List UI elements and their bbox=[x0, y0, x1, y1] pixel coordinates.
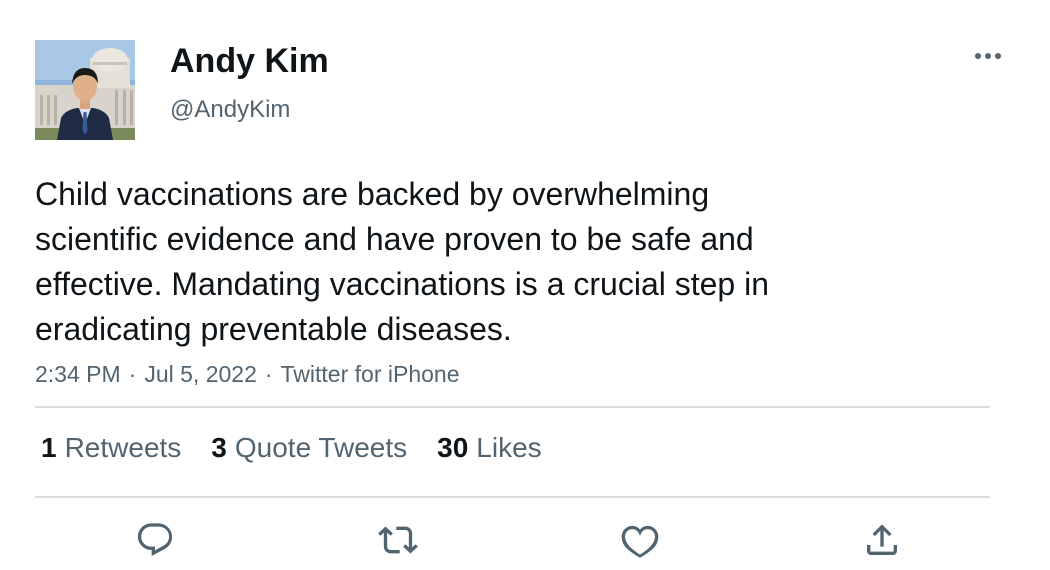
tweet-time[interactable]: 2:34 PM bbox=[35, 361, 121, 387]
tweet-source[interactable]: Twitter for iPhone bbox=[281, 361, 460, 387]
tweet-text-line: Child vaccinations are backed by overwhe… bbox=[35, 176, 710, 212]
reply-icon bbox=[137, 523, 173, 556]
share-button[interactable] bbox=[858, 516, 906, 564]
retweets-label: Retweets bbox=[64, 432, 182, 463]
tweet-text-line: effective. Mandating vaccinations is a c… bbox=[35, 266, 770, 302]
likes-label: Likes bbox=[476, 432, 542, 463]
heart-icon bbox=[621, 525, 659, 558]
retweet-icon bbox=[378, 526, 418, 554]
tweet-text: Child vaccinations are backed by overwhe… bbox=[35, 172, 935, 352]
like-button[interactable] bbox=[616, 516, 664, 564]
tweet-text-line: eradicating preventable diseases. bbox=[35, 311, 512, 347]
retweets-stat[interactable]: 1 Retweets bbox=[41, 432, 181, 464]
author-display-name[interactable]: Andy Kim bbox=[170, 42, 329, 81]
more-options-button[interactable] bbox=[968, 40, 1008, 72]
divider bbox=[35, 406, 990, 408]
retweet-button[interactable] bbox=[374, 516, 422, 564]
meta-separator: · bbox=[128, 361, 137, 387]
likes-count: 30 bbox=[437, 432, 469, 463]
quote-tweets-stat[interactable]: 3 Quote Tweets bbox=[211, 432, 407, 464]
avatar[interactable] bbox=[35, 40, 135, 140]
meta-separator: · bbox=[264, 361, 273, 387]
likes-stat[interactable]: 30 Likes bbox=[437, 432, 542, 464]
tweet-stats: 1 Retweets 3 Quote Tweets 30 Likes bbox=[41, 432, 572, 464]
share-icon bbox=[867, 524, 897, 555]
tweet-text-line: scientific evidence and have proven to b… bbox=[35, 221, 754, 257]
avatar-photo bbox=[35, 40, 135, 140]
more-horizontal-icon bbox=[975, 53, 1001, 59]
quote-tweets-count: 3 bbox=[211, 432, 227, 463]
tweet-date[interactable]: Jul 5, 2022 bbox=[144, 361, 257, 387]
quote-tweets-label: Quote Tweets bbox=[234, 432, 408, 463]
reply-button[interactable] bbox=[131, 516, 179, 564]
retweets-count: 1 bbox=[41, 432, 57, 463]
tweet-metadata: 2:34 PM · Jul 5, 2022 · Twitter for iPhone bbox=[35, 361, 460, 388]
author-handle[interactable]: @AndyKim bbox=[170, 96, 290, 124]
divider bbox=[35, 496, 990, 498]
